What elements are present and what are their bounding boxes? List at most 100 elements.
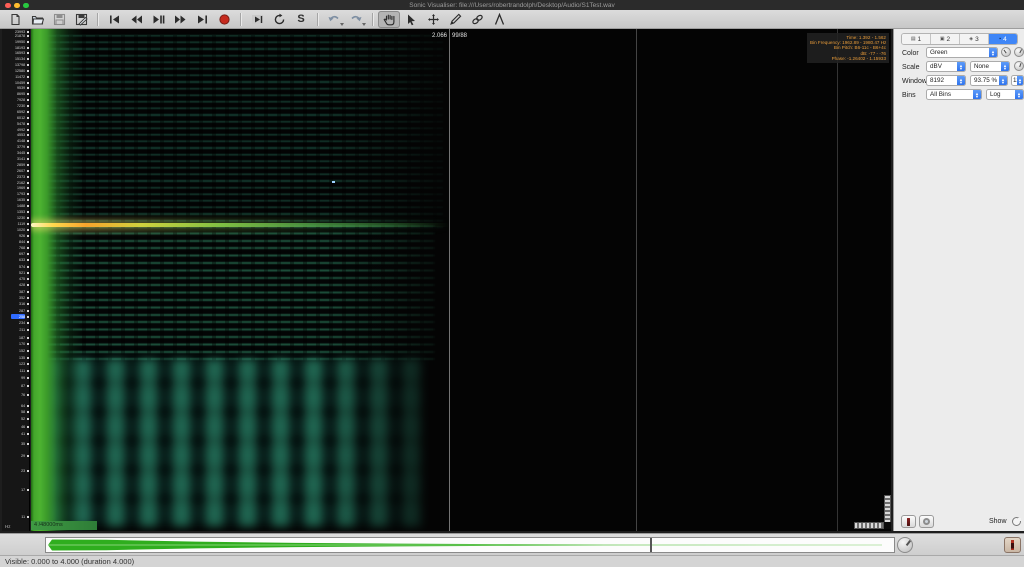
window-overlap-select[interactable]: 93.75 % ▲▼ xyxy=(970,75,1008,86)
undo-button[interactable] xyxy=(323,11,345,28)
level-meter-button[interactable] xyxy=(901,515,916,528)
freq-tick-label: 4553 xyxy=(2,132,25,137)
pane-tab-2[interactable]: ▣2 xyxy=(931,34,960,44)
stepper-arrows-icon[interactable]: ▲▼ xyxy=(957,62,965,71)
stepper-arrows-icon[interactable]: ▲▼ xyxy=(989,48,997,57)
freq-tick-label: 1353 xyxy=(2,209,25,214)
freq-tick-label: 52 xyxy=(2,416,25,421)
freq-tick-label: 1635 xyxy=(2,197,25,202)
erase-tool-button[interactable] xyxy=(466,11,488,28)
loop-playback-button[interactable] xyxy=(268,11,290,28)
play-pause-button[interactable] xyxy=(147,11,169,28)
freq-tick-label: 123 xyxy=(2,361,25,366)
frequency-axis[interactable]: Hz 2399321878199501819316593151341379812… xyxy=(2,29,30,531)
scale-threshold-knob[interactable] xyxy=(1014,61,1024,71)
samplerate-corner-label: 4 /48000ms xyxy=(31,521,97,530)
pane-tab-label: 4 xyxy=(1003,36,1007,43)
app-window: Sonic Visualiser: file:///Users/robertra… xyxy=(0,0,1024,567)
playback-cursor-line[interactable] xyxy=(449,29,450,531)
play-pause-icon xyxy=(152,13,165,26)
playback-speed-knob[interactable] xyxy=(897,537,913,553)
redo-button[interactable] xyxy=(345,11,367,28)
freq-tick-label: 111 xyxy=(2,368,25,373)
waveform-pane-icon: ▤ xyxy=(911,36,916,42)
measure-tool-button[interactable] xyxy=(488,11,510,28)
freq-tick-label: 211 xyxy=(2,327,25,332)
toolbar-separator xyxy=(317,13,318,26)
floppy-disk-icon xyxy=(53,13,66,26)
rewind-button[interactable] xyxy=(125,11,147,28)
freq-tick-label: 3779 xyxy=(2,144,25,149)
freq-tick-mark xyxy=(27,58,30,60)
freq-tick-label: 58 xyxy=(2,409,25,414)
oversample-select[interactable]: 1x ▲▼ xyxy=(1011,75,1024,86)
color-rotation-knob[interactable] xyxy=(1014,47,1024,57)
freq-tick-mark xyxy=(27,170,30,172)
freq-tick-mark xyxy=(27,187,30,189)
freq-tick-label: 428 xyxy=(2,282,25,287)
undo-menu-chevron-icon[interactable] xyxy=(340,23,344,26)
toolbar-separator xyxy=(372,13,373,26)
color-select[interactable]: Green ▲▼ xyxy=(926,47,998,58)
freq-tick-mark xyxy=(27,329,30,331)
freq-tick-label: 387 xyxy=(2,289,25,294)
bin-scale-select[interactable]: Log ▲▼ xyxy=(986,89,1024,100)
new-session-button[interactable] xyxy=(4,11,26,28)
freq-tick-mark xyxy=(27,405,30,407)
pane-tab-label: 1 xyxy=(918,36,922,43)
edit-tool-button[interactable] xyxy=(422,11,444,28)
spectrogram-pane[interactable]: 2.066 99/88 Time: 1.392 - 1.562Bin Frequ… xyxy=(31,29,891,531)
fast-forward-icon xyxy=(174,13,187,26)
record-button[interactable] xyxy=(213,11,235,28)
stepper-arrows-icon[interactable]: ▲▼ xyxy=(1015,90,1023,99)
redo-menu-chevron-icon[interactable] xyxy=(362,23,366,26)
freq-tick-label: 633 xyxy=(2,257,25,262)
draw-tool-button[interactable] xyxy=(444,11,466,28)
freq-tick-label: 1230 xyxy=(2,215,25,220)
bins-select[interactable]: All Bins ▲▼ xyxy=(926,89,982,100)
overview-waveform[interactable] xyxy=(45,537,895,553)
pane-tab-1[interactable]: ▤1 xyxy=(902,34,931,44)
show-label: Show xyxy=(989,518,1007,525)
solo-playback-button[interactable]: S xyxy=(290,11,312,28)
freq-tick-label: 8695 xyxy=(2,91,25,96)
window-size-select[interactable]: 8192 ▲▼ xyxy=(926,75,966,86)
fast-forward-button[interactable] xyxy=(169,11,191,28)
save-session-as-button[interactable] xyxy=(70,11,92,28)
scale-units-select[interactable]: dBV ▲▼ xyxy=(926,61,966,72)
show-dial[interactable] xyxy=(1012,517,1021,526)
freq-tick-mark xyxy=(27,93,30,95)
pane-tab-3[interactable]: ◈3 xyxy=(960,34,989,44)
freq-tick-mark xyxy=(27,394,30,396)
info-line: Phase: -1.26402 - 1.15933 xyxy=(810,56,886,61)
freq-tick-label: 41 xyxy=(2,431,25,436)
stepper-arrows-icon[interactable]: ▲▼ xyxy=(957,76,965,85)
fast-forward-to-end-button[interactable] xyxy=(191,11,213,28)
freq-tick-mark xyxy=(27,357,30,359)
constrain-playback-to-selection-button[interactable] xyxy=(246,11,268,28)
freq-tick-label: 316 xyxy=(2,301,25,306)
open-file-button[interactable] xyxy=(26,11,48,28)
freq-tick-label: 4148 xyxy=(2,138,25,143)
stepper-arrows-icon[interactable]: ▲▼ xyxy=(1017,76,1023,85)
rewind-to-start-button[interactable] xyxy=(103,11,125,28)
stepper-arrows-icon[interactable]: ▲▼ xyxy=(973,90,981,99)
color-gain-knob[interactable] xyxy=(1001,47,1011,57)
select-tool-button[interactable] xyxy=(400,11,422,28)
save-session-button[interactable] xyxy=(48,11,70,28)
freq-tick-mark xyxy=(27,418,30,420)
freq-tick-mark xyxy=(27,87,30,89)
navigate-tool-button[interactable] xyxy=(378,11,400,28)
pane-settings-button[interactable] xyxy=(919,515,934,528)
master-level-button[interactable] xyxy=(1004,537,1021,553)
stepper-arrows-icon[interactable]: ▲▼ xyxy=(1001,62,1009,71)
normalization-select[interactable]: None ▲▼ xyxy=(970,61,1010,72)
pane-tab-4[interactable]: ▪4 xyxy=(989,34,1017,44)
redo-icon xyxy=(349,13,363,26)
freq-tick-label: 2859 xyxy=(2,162,25,167)
stepper-arrows-icon[interactable]: ▲▼ xyxy=(999,76,1007,85)
freq-tick-label: 187 xyxy=(2,335,25,340)
freq-tick-label: 15134 xyxy=(2,56,25,61)
freq-tick-label: 11 xyxy=(2,514,25,519)
horizontal-zoom-wheel[interactable] xyxy=(854,522,884,529)
